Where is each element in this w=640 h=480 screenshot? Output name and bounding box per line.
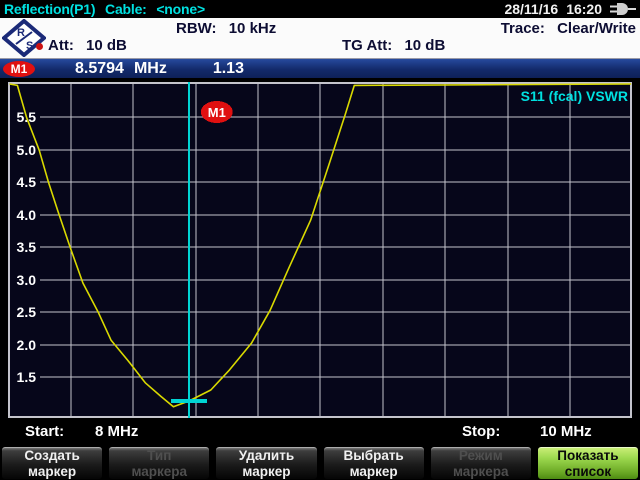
marker-frequency-unit: MHz: [134, 60, 167, 78]
rbw-value: 10 kHz: [229, 20, 277, 37]
rbw-readout: RBW: 10 kHz: [176, 20, 276, 37]
softkey-new-marker[interactable]: Создать маркер: [1, 446, 103, 480]
analyzer-screen: Reflection(P1) Cable: <none> 28/11/16 16…: [0, 0, 640, 480]
svg-text:M1: M1: [208, 105, 226, 120]
softkey-delete-marker[interactable]: Удалить маркер: [215, 446, 317, 480]
softkey-marker-mode[interactable]: Режим маркера: [430, 446, 532, 480]
y-tick-label: 4.0: [17, 207, 37, 223]
softkey-show-list[interactable]: Показать список: [537, 446, 639, 480]
trace-info-label: S11 (fcal) VSWR: [521, 88, 628, 104]
marker-frequency-value: 8.5794: [75, 60, 124, 78]
y-tick-label: 1.5: [17, 369, 37, 385]
measurement-title: Reflection(P1): [4, 1, 95, 17]
softkey-select-marker[interactable]: Выбрать маркер: [323, 446, 425, 480]
date-text: 28/11/16: [504, 1, 558, 17]
stop-value: 10 MHz: [540, 423, 592, 440]
y-tick-label: 5.0: [17, 142, 37, 158]
y-axis-tick-labels: 5.5 5.0 4.5 4.0 3.5 3.0 2.5 2.0 1.5: [17, 109, 37, 385]
measurement-header: Reflection(P1) Cable: <none>: [4, 1, 211, 17]
stop-label: Stop:: [462, 423, 500, 440]
svg-text:S: S: [26, 40, 33, 52]
att-status-dot-icon: [36, 43, 43, 50]
y-tick-label: 4.5: [17, 174, 37, 190]
att-label: Att:: [48, 37, 74, 54]
tg-att-label: TG Att:: [342, 37, 392, 54]
marker-readout-bar: M1 8.5794 MHz 1.13: [0, 59, 640, 78]
settings-bar: R S RBW: 10 kHz Trace: Clear/Write Att: …: [0, 18, 640, 59]
time-text: 16:20: [566, 1, 602, 17]
marker-position-tick: [171, 399, 207, 403]
cable-value: <none>: [156, 1, 205, 17]
att-value: 10 dB: [86, 37, 127, 54]
marker-m1-badge[interactable]: M1: [3, 61, 35, 77]
tg-att-value: 10 dB: [404, 37, 445, 54]
att-readout: Att: 10 dB: [36, 37, 127, 54]
cable-label: Cable:: [105, 1, 147, 17]
y-tick-label: 2.0: [17, 337, 37, 353]
start-label: Start:: [25, 423, 64, 440]
y-tick-label: 2.5: [17, 304, 37, 320]
trace-mode-value: Clear/Write: [557, 20, 636, 37]
y-tick-label: 3.5: [17, 239, 37, 255]
softkey-bar: Создать маркер Тип маркера Удалить марке…: [0, 445, 640, 480]
trace-mode-label: Trace:: [501, 20, 545, 37]
marker-chart-badge[interactable]: M1: [201, 101, 233, 123]
trace-display: 5.5 5.0 4.5 4.0 3.5 3.0 2.5 2.0 1.5 M1 S…: [0, 78, 640, 418]
marker-vswr-value: 1.13: [213, 60, 244, 78]
softkey-marker-type[interactable]: Тип маркера: [108, 446, 210, 480]
title-bar: Reflection(P1) Cable: <none> 28/11/16 16…: [0, 0, 640, 18]
frequency-range-bar: Start: 8 MHz Stop: 10 MHz: [0, 418, 640, 445]
trace-mode-readout: Trace: Clear/Write: [501, 20, 636, 37]
tg-att-readout: TG Att: 10 dB: [342, 37, 445, 54]
power-plug-icon: [610, 2, 636, 16]
y-tick-label: 3.0: [17, 272, 37, 288]
rbw-label: RBW:: [176, 20, 217, 37]
start-value: 8 MHz: [95, 423, 138, 440]
datetime-area: 28/11/16 16:20: [504, 1, 636, 17]
